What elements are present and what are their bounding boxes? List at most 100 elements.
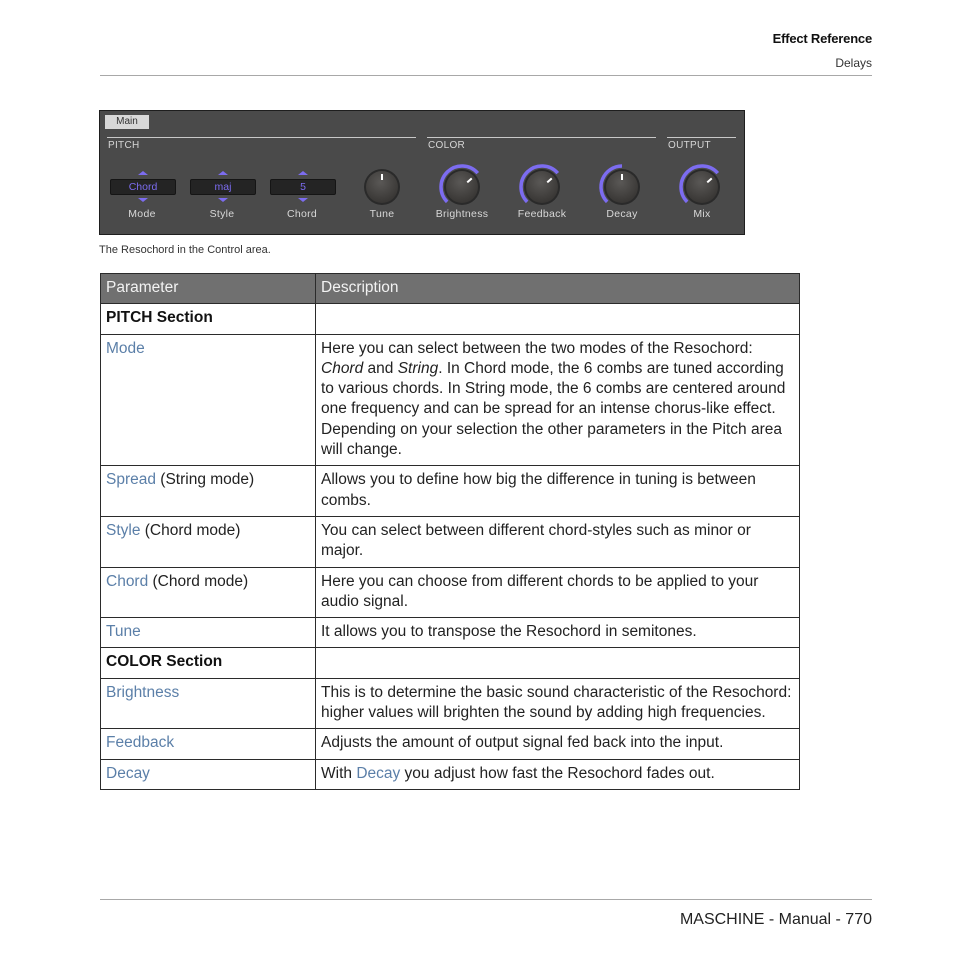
decay-knob-control: Decay: [582, 164, 662, 227]
parameter-cell: Style (Chord mode): [100, 515, 316, 568]
decrement-arrow-icon[interactable]: [298, 198, 308, 202]
table-body: PITCH Section Mode Here you can select bet…: [100, 303, 800, 790]
increment-arrow-icon[interactable]: [138, 171, 148, 175]
section-empty-cell: [315, 303, 800, 335]
table-row: Chord (Chord mode) Here you can choose fr…: [100, 566, 800, 619]
description-text: Allows you to define how big the differe…: [321, 471, 756, 509]
parameter-link[interactable]: Spread: [106, 471, 156, 488]
knob-body: [526, 171, 558, 203]
tab-main[interactable]: Main: [105, 115, 149, 129]
feedback-knob-control: Feedback: [502, 164, 582, 227]
feedback-label: Feedback: [517, 208, 567, 220]
table-header-row: Parameter Description: [100, 272, 800, 305]
knob-body: [686, 171, 718, 203]
tune-knob[interactable]: [357, 161, 407, 209]
column-header-parameter: Parameter: [100, 272, 316, 305]
decrement-arrow-icon[interactable]: [218, 198, 228, 202]
decay-label: Decay: [606, 208, 638, 220]
parameter-cell: Chord (Chord mode): [100, 566, 316, 619]
brightness-label: Brightness: [435, 208, 489, 220]
header-divider: [100, 75, 872, 76]
style-label: Style: [209, 208, 235, 220]
parameter-cell: Decay: [100, 758, 316, 790]
mix-knob[interactable]: [677, 161, 727, 209]
parameter-cell: Spread (String mode): [100, 465, 316, 517]
table-row: Style (Chord mode) You can select between…: [100, 515, 800, 568]
increment-arrow-icon[interactable]: [218, 171, 228, 175]
tune-knob-control: Tune: [342, 167, 422, 227]
parameter-link[interactable]: Brightness: [106, 684, 179, 701]
description-text: you adjust how fast the Resochord fades …: [400, 764, 715, 782]
tune-label: Tune: [369, 208, 395, 220]
description-cell: Allows you to define how big the differe…: [315, 465, 800, 517]
style-selector[interactable]: maj: [190, 179, 256, 195]
parameter-cell: Brightness: [100, 677, 316, 730]
section-label-pitch: PITCH: [108, 140, 140, 151]
output-section-divider: [667, 137, 736, 138]
column-header-description: Description: [315, 272, 800, 305]
emphasized-text: Chord: [321, 359, 364, 377]
table-row: Feedback Adjusts the amount of output sig…: [100, 728, 800, 760]
chord-label: Chord: [286, 208, 318, 220]
parameter-link[interactable]: Style: [106, 522, 140, 539]
chord-selector[interactable]: 5: [270, 179, 336, 195]
mix-knob-control: Mix: [662, 164, 742, 227]
decay-knob[interactable]: [597, 161, 647, 209]
description-cell: Here you can select between the two mode…: [315, 333, 800, 467]
section-label-output: OUTPUT: [668, 140, 711, 151]
parameter-cell: Mode: [100, 333, 316, 467]
header-title: Effect Reference: [772, 31, 873, 46]
description-text: With: [321, 764, 357, 782]
style-selector-control: maj Style: [182, 167, 262, 227]
mode-selector-control: Chord Mode: [102, 167, 182, 227]
parameter-cell: Feedback: [100, 728, 316, 760]
increment-arrow-icon[interactable]: [298, 171, 308, 175]
mode-selector[interactable]: Chord: [110, 179, 176, 195]
decrement-arrow-icon[interactable]: [138, 198, 148, 202]
parameter-mode-note: (String mode): [155, 471, 255, 489]
feedback-knob[interactable]: [517, 161, 567, 209]
section-title: COLOR Section: [100, 647, 316, 679]
parameter-link[interactable]: Chord: [106, 573, 148, 590]
resochord-control-panel: Main PITCH COLOR OUTPUT Chord Mode maj S…: [99, 110, 745, 235]
description-text: Adjusts the amount of output signal fed …: [321, 734, 724, 752]
parameter-link[interactable]: Feedback: [106, 734, 174, 751]
inline-parameter-link[interactable]: Decay: [356, 765, 400, 782]
parameter-mode-note: (Chord mode): [140, 521, 241, 539]
table-row: Spread (String mode) Allows you to define…: [100, 465, 800, 517]
parameter-link[interactable]: Mode: [106, 340, 145, 357]
parameter-cell: Tune: [100, 617, 316, 649]
chord-selector-control: 5 Chord: [262, 167, 342, 227]
color-section-divider: [427, 137, 656, 138]
footer-page-info: MASCHINE - Manual - 770: [679, 911, 872, 928]
description-cell: This is to determine the basic sound cha…: [315, 677, 800, 730]
description-cell: Adjusts the amount of output signal fed …: [315, 728, 800, 760]
parameter-table: Parameter Description PITCH Section Mode H…: [100, 272, 800, 790]
header-subtitle: Delays: [835, 56, 872, 70]
section-label-color: COLOR: [428, 140, 466, 151]
brightness-knob[interactable]: [437, 161, 487, 209]
parameter-link[interactable]: Decay: [106, 765, 150, 782]
table-row: Decay With Decay you adjust how fast the …: [100, 758, 800, 790]
brightness-knob-control: Brightness: [422, 164, 502, 227]
description-cell: You can select between different chord-s…: [315, 515, 800, 568]
description-text: Here you can choose from different chord…: [321, 572, 759, 610]
knob-body: [446, 171, 478, 203]
mode-label: Mode: [128, 208, 156, 220]
description-text: You can select between different chord-s…: [321, 521, 751, 560]
table-row: Tune It allows you to transpose the Resoc…: [100, 617, 800, 649]
description-cell: With Decay you adjust how fast the Resoc…: [315, 758, 800, 790]
section-title: PITCH Section: [100, 303, 316, 335]
pitch-section-divider: [107, 137, 416, 138]
description-text: and: [363, 359, 398, 377]
emphasized-text: String: [397, 359, 439, 377]
description-cell: It allows you to transpose the Resochord…: [315, 617, 800, 649]
parameter-mode-note: (Chord mode): [148, 572, 249, 590]
table-section-row: COLOR Section: [100, 647, 800, 679]
footer-divider: [100, 899, 872, 900]
table-section-row: PITCH Section: [100, 303, 800, 335]
parameter-link[interactable]: Tune: [106, 623, 141, 640]
figure-caption: The Resochord in the Control area.: [99, 244, 271, 256]
description-text: This is to determine the basic sound cha…: [321, 683, 792, 722]
mix-label: Mix: [693, 208, 711, 220]
